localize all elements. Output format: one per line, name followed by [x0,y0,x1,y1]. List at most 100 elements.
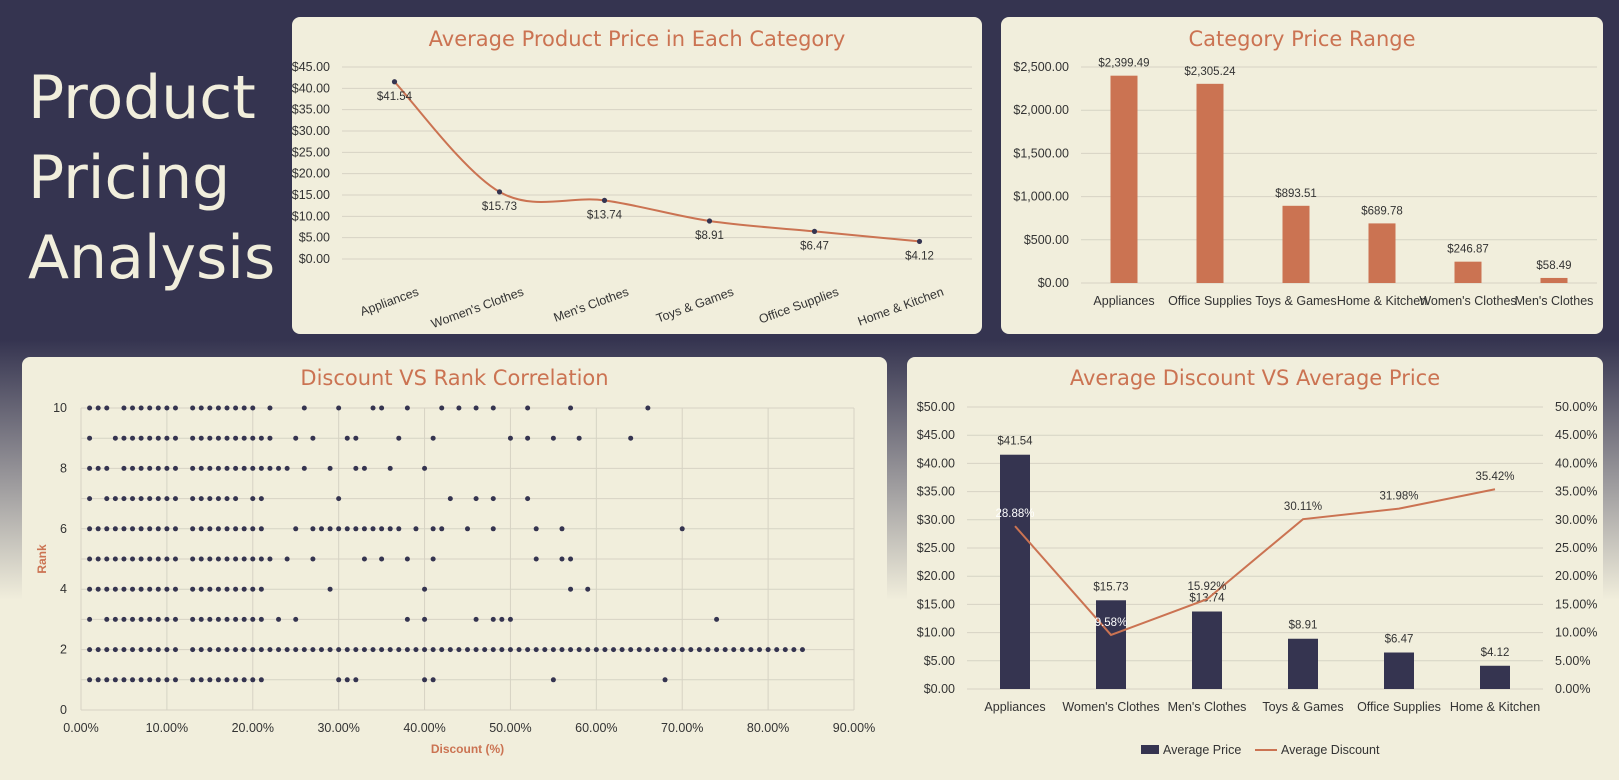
data-point [104,677,110,683]
data-point [473,616,479,622]
y-tick-label: $500.00 [1024,233,1069,247]
data-point [276,616,282,622]
bar-data-label: $8.91 [1289,620,1318,632]
data-point [496,189,503,195]
data-point [258,465,264,471]
data-point [224,435,230,441]
data-point [714,647,720,653]
x-tick-label: Women's Clothes [1419,294,1516,308]
x-tick-label: Women's Clothes [429,285,525,331]
data-point [198,435,204,441]
y-tick-label: $25.00 [292,145,330,159]
data-point [87,465,93,471]
data-point [138,465,144,471]
data-point [95,405,101,411]
data-point [293,616,299,622]
data-point [250,586,256,592]
data-point [190,556,196,562]
data-point [250,465,256,471]
bar [1480,665,1510,689]
price-range-chart-panel: Category Price Range $0.00 $500.00 $1,000.… [1001,17,1603,334]
data-point [250,405,256,411]
data-point [258,526,264,532]
data-point [207,616,213,622]
data-point [138,435,144,441]
data-point [224,496,230,502]
data-point [559,556,565,562]
data-label: $8.91 [695,230,724,242]
data-point [87,616,93,622]
price-range-chart: $0.00 $500.00 $1,000.00 $1,500.00 $2,000.00 $… [1013,58,1597,308]
x-tick-label: 10.00% [146,721,188,735]
data-point [155,465,161,471]
data-point [164,677,170,683]
data-point [353,647,359,653]
data-point [138,677,144,683]
data-point [757,647,763,653]
data-point [430,435,436,441]
data-point [198,556,204,562]
data-point [336,677,342,683]
data-point [258,616,264,622]
data-point [430,647,436,653]
data-point [112,616,118,622]
x-tick-label: Office Supplies [1357,700,1441,714]
title-line: Pricing [28,143,231,213]
data-point [344,647,350,653]
data-point [344,435,350,441]
y-tick-label: $45.00 [292,60,330,74]
data-point [250,496,256,502]
data-point [224,647,230,653]
data-point [207,526,213,532]
data-point [190,616,196,622]
data-label: $2,305.24 [1184,66,1236,78]
data-point [344,526,350,532]
data-point [344,677,350,683]
data-point [147,496,153,502]
data-point [164,586,170,592]
data-point [379,647,385,653]
data-point [336,496,342,502]
y-tick-label-right: 15.00% [1555,597,1597,611]
data-point [379,526,385,532]
data-point [404,647,410,653]
data-point [379,405,385,411]
data-point [104,616,110,622]
data-point [190,465,196,471]
data-point [516,647,522,653]
data-point [172,616,178,622]
data-point [602,647,608,653]
x-tick-label: Toys & Games [654,285,735,326]
data-point [190,405,196,411]
x-tick-label: Appliances [358,285,420,319]
y-tick-label: 2 [60,643,67,657]
data-point [224,586,230,592]
data-point [916,238,923,245]
data-point [147,647,153,653]
data-point [233,435,239,441]
y-tick-label: $1,000.00 [1013,190,1069,204]
y-tick-label: $0.00 [299,252,330,266]
data-point [155,616,161,622]
data-point [284,647,290,653]
data-point [121,526,127,532]
data-point [396,647,402,653]
y-tick-label-right: 50.00% [1555,400,1597,414]
data-point [396,526,402,532]
y-tick-label: $5.00 [299,231,330,245]
data-point [215,586,221,592]
y-tick-label: $15.00 [292,188,330,202]
data-point [490,616,496,622]
data-point [198,496,204,502]
data-point [473,647,479,653]
data-point [121,586,127,592]
data-point [241,586,247,592]
y-tick-label-left: $15.00 [917,597,955,611]
data-point [215,465,221,471]
bar [1282,205,1310,283]
bar [1000,454,1030,689]
discount-rank-chart: 0.00% 10.00% 20.00% 30.00% 40.00% 50.00% 60.00… [35,401,875,756]
data-label: $41.54 [377,91,413,103]
data-point [267,435,273,441]
data-point [198,647,204,653]
